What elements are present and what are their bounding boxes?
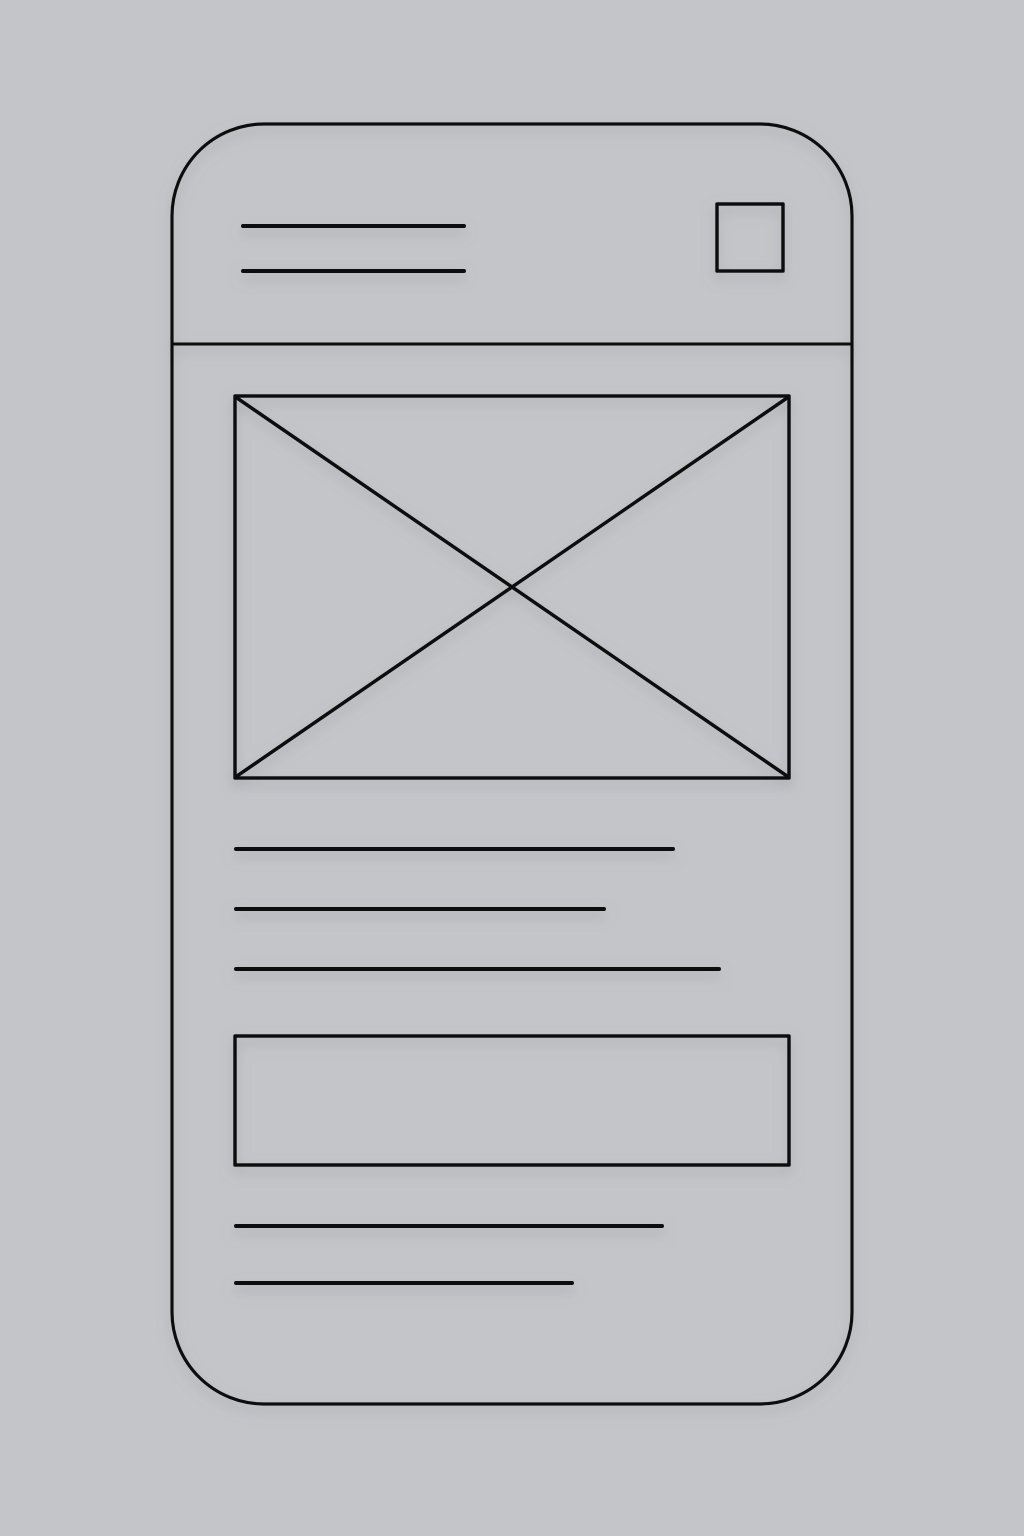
body-text-placeholder (234, 847, 721, 971)
image-placeholder-icon (233, 394, 791, 780)
header-text-placeholder (241, 224, 466, 273)
square-placeholder-icon[interactable] (715, 202, 785, 273)
phone-frame (170, 122, 854, 1406)
phone-wireframe-diagram (170, 122, 854, 1406)
footer-text-placeholder (234, 1224, 664, 1285)
button-placeholder[interactable] (233, 1034, 791, 1167)
